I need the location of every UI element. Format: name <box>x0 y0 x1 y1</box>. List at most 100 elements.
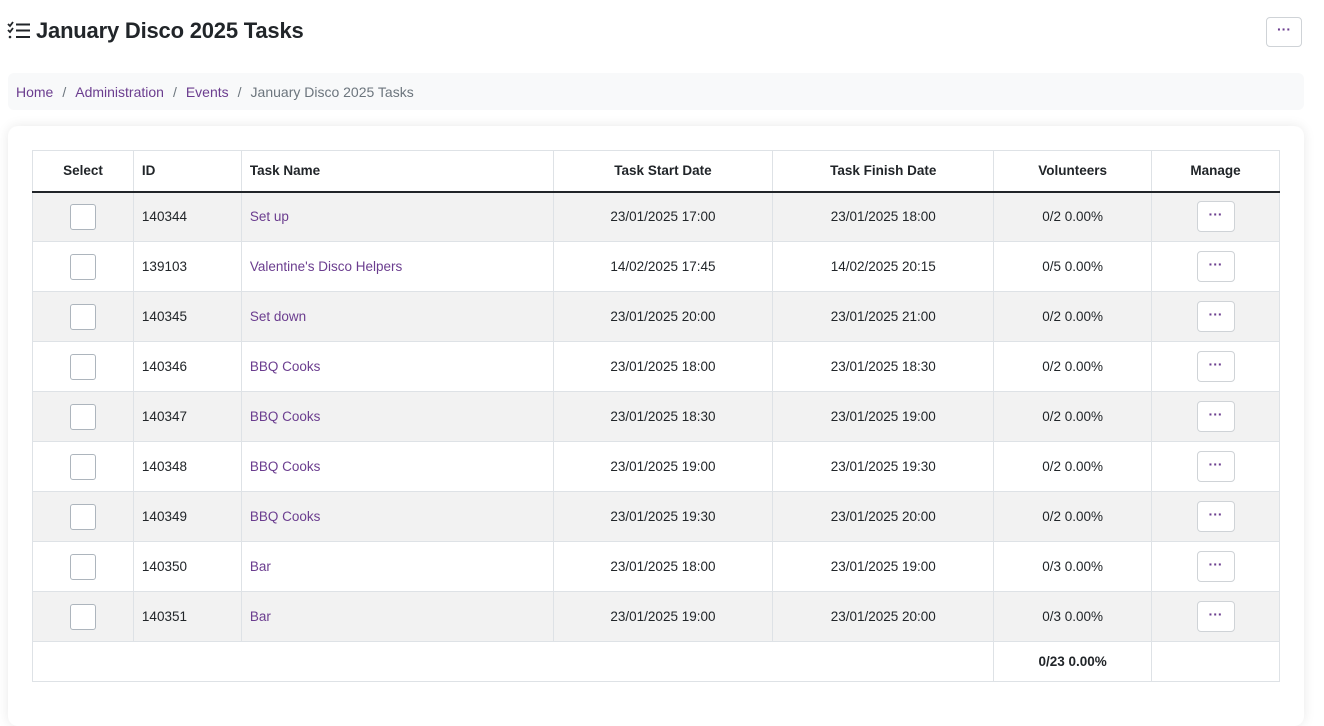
select-cell <box>32 591 134 642</box>
column-header-volunteers[interactable]: Volunteers <box>993 150 1153 193</box>
table-row: 140344 Set up 23/01/2025 17:00 23/01/2025 1… <box>32 191 1280 242</box>
row-select-checkbox[interactable] <box>69 503 96 530</box>
row-select-checkbox[interactable] <box>69 353 96 380</box>
row-select-checkbox[interactable] <box>69 553 96 580</box>
task-id: 140348 <box>132 441 242 492</box>
ellipsis-icon: ··· <box>1208 555 1223 572</box>
manage-task-button[interactable]: ··· <box>1196 351 1235 382</box>
page-header: January Disco 2025 Tasks <box>6 14 1304 48</box>
ellipsis-icon: ··· <box>1208 605 1223 622</box>
task-volunteers: 0/2 0.00% <box>993 341 1153 392</box>
table-row: 140348 BBQ Cooks 23/01/2025 19:00 23/01/202… <box>32 441 1280 492</box>
manage-cell: ··· <box>1151 541 1280 592</box>
task-name-link[interactable]: Valentine's Disco Helpers <box>250 259 402 274</box>
breadcrumb-current: January Disco 2025 Tasks <box>250 83 414 100</box>
task-finish-date: 23/01/2025 20:00 <box>772 491 995 542</box>
task-name-cell: BBQ Cooks <box>240 441 554 492</box>
task-finish-date: 23/01/2025 20:00 <box>772 591 995 642</box>
manage-task-button[interactable]: ··· <box>1196 251 1235 282</box>
task-name-link[interactable]: Bar <box>250 559 271 574</box>
ellipsis-icon: ··· <box>1208 305 1223 322</box>
select-cell <box>32 191 134 242</box>
breadcrumb-events-link[interactable]: Events <box>186 84 229 100</box>
ellipsis-icon: ··· <box>1208 405 1223 422</box>
task-finish-date: 23/01/2025 19:30 <box>772 441 995 492</box>
manage-task-button[interactable]: ··· <box>1196 201 1235 233</box>
task-id: 140349 <box>132 491 242 542</box>
task-name-link[interactable]: Set up <box>250 209 289 224</box>
task-start-date: 23/01/2025 20:00 <box>552 291 774 342</box>
ellipsis-icon: ··· <box>1208 205 1223 222</box>
manage-task-button[interactable]: ··· <box>1196 551 1235 582</box>
manage-task-button[interactable]: ··· <box>1196 451 1235 482</box>
task-name-cell: Set up <box>240 191 554 242</box>
column-header-task-name[interactable]: Task Name <box>240 150 554 193</box>
task-name-cell: Set down <box>240 291 554 342</box>
task-volunteers: 0/5 0.00% <box>993 241 1153 292</box>
manage-cell: ··· <box>1151 391 1280 442</box>
task-finish-date: 23/01/2025 18:00 <box>772 191 995 242</box>
table-row: 140350 Bar 23/01/2025 18:00 23/01/2025 19:0… <box>32 541 1280 592</box>
select-cell <box>32 291 134 342</box>
total-volunteers: 0/23 0.00% <box>993 641 1153 682</box>
column-header-select[interactable]: Select <box>32 150 134 193</box>
select-cell <box>32 441 134 492</box>
column-header-start-date[interactable]: Task Start Date <box>552 150 774 193</box>
task-name-link[interactable]: BBQ Cooks <box>250 459 321 474</box>
manage-task-button[interactable]: ··· <box>1196 301 1235 332</box>
page-options-button[interactable]: ··· <box>1266 17 1302 47</box>
totals-row: 0/23 0.00% <box>31 641 1280 682</box>
column-header-manage: Manage <box>1151 150 1280 193</box>
select-cell <box>32 491 134 542</box>
select-cell <box>32 241 134 292</box>
task-volunteers: 0/3 0.00% <box>993 591 1153 642</box>
totals-manage-spacer <box>1151 641 1280 682</box>
manage-task-button[interactable]: ··· <box>1196 601 1235 632</box>
task-volunteers: 0/2 0.00% <box>993 391 1153 442</box>
task-id: 140347 <box>132 391 242 442</box>
ellipsis-icon: ··· <box>1208 355 1223 372</box>
row-select-checkbox[interactable] <box>69 453 96 480</box>
manage-cell: ··· <box>1151 491 1280 542</box>
task-volunteers: 0/2 0.00% <box>993 291 1153 342</box>
table-row: 139103 Valentine's Disco Helpers 14/02/202… <box>32 241 1280 292</box>
task-name-link[interactable]: Set down <box>250 309 306 324</box>
manage-task-button[interactable]: ··· <box>1196 501 1235 532</box>
manage-cell: ··· <box>1151 191 1280 242</box>
task-volunteers: 0/3 0.00% <box>993 541 1153 592</box>
table-row: 140347 BBQ Cooks 23/01/2025 18:30 23/01/202… <box>32 391 1280 442</box>
column-header-finish-date[interactable]: Task Finish Date <box>772 150 995 193</box>
breadcrumb-home-link[interactable]: Home <box>16 84 53 100</box>
row-select-checkbox[interactable] <box>69 253 96 280</box>
task-name-cell: BBQ Cooks <box>240 491 554 542</box>
column-header-id[interactable]: ID <box>132 150 242 193</box>
table-row: 140345 Set down 23/01/2025 20:00 23/01/2025… <box>32 291 1280 342</box>
task-id: 140346 <box>132 341 242 392</box>
task-name-link[interactable]: BBQ Cooks <box>250 409 321 424</box>
manage-cell: ··· <box>1151 241 1280 292</box>
manage-task-button[interactable]: ··· <box>1196 401 1235 432</box>
table-row: 140349 BBQ Cooks 23/01/2025 19:30 23/01/202… <box>32 491 1280 542</box>
row-select-checkbox[interactable] <box>69 203 96 230</box>
task-name-link[interactable]: BBQ Cooks <box>250 509 321 524</box>
task-start-date: 23/01/2025 19:00 <box>552 441 774 492</box>
row-select-checkbox[interactable] <box>69 303 96 330</box>
task-volunteers: 0/2 0.00% <box>993 191 1153 242</box>
task-start-date: 23/01/2025 19:30 <box>552 491 774 542</box>
breadcrumb-administration-link[interactable]: Administration <box>75 84 164 100</box>
task-name-link[interactable]: Bar <box>250 609 271 624</box>
breadcrumb-separator: / <box>172 83 177 100</box>
task-name-link[interactable]: BBQ Cooks <box>250 359 321 374</box>
ellipsis-icon: ··· <box>1208 455 1223 472</box>
task-finish-date: 23/01/2025 19:00 <box>772 391 995 442</box>
manage-cell: ··· <box>1151 591 1280 642</box>
table-header-row: Select ID Task Name Task Start Date Task… <box>32 150 1280 193</box>
select-cell <box>32 391 134 442</box>
task-volunteers: 0/2 0.00% <box>993 441 1153 492</box>
table-row: 140346 BBQ Cooks 23/01/2025 18:00 23/01/202… <box>32 341 1280 392</box>
row-select-checkbox[interactable] <box>69 403 96 430</box>
row-select-checkbox[interactable] <box>69 603 96 630</box>
task-name-cell: Bar <box>240 541 554 592</box>
breadcrumb-separator: / <box>62 83 67 100</box>
select-cell <box>32 541 134 592</box>
